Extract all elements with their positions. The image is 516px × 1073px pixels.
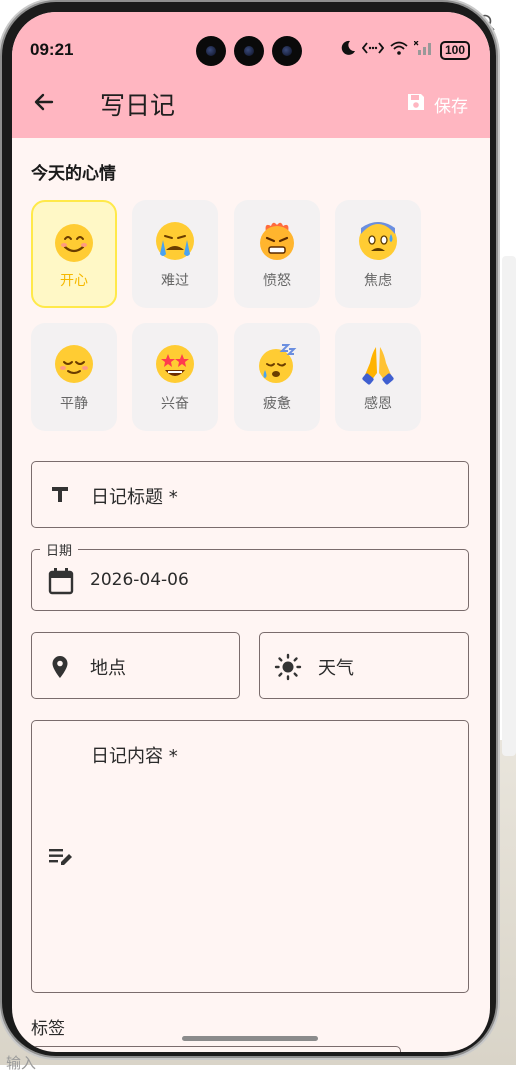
camera-cutout-1 [196,36,226,66]
weather-placeholder: 天气 [318,658,354,679]
home-indicator[interactable] [182,1036,318,1041]
mood-label: 开心 [60,273,88,289]
camera-cutout-2 [234,36,264,66]
diary-title-field[interactable]: 日记标题 * [31,461,469,528]
location-field[interactable]: 地点 [31,632,240,699]
mood-option-angry[interactable]: 愤怒 [234,200,320,308]
relieved-face-icon [31,343,117,385]
mood-label: 愤怒 [263,273,291,289]
sun-icon [274,653,302,681]
date-field[interactable]: 2026-04-06 [31,549,469,611]
status-icons: 100 [340,40,470,60]
mood-option-anxious[interactable]: 焦虑 [335,200,421,308]
mood-option-calm[interactable]: 平静 [31,323,117,431]
moon-icon [340,40,356,60]
date-label: 日期 [40,540,79,559]
date-value: 2026-04-06 [90,570,189,590]
data-transfer-icon [361,41,385,59]
phone-frame: 09:21 100 写日记 保存 今天的心情 开心 难过 愤怒 焦虑 平静 兴奋… [2,2,496,1056]
crying-face-icon [132,220,218,262]
angry-face-icon [234,220,320,262]
status-time: 09:21 [30,40,74,59]
page-title: 写日记 [100,91,176,120]
mood-label: 焦虑 [364,273,392,289]
mood-option-sad[interactable]: 难过 [132,200,218,308]
edit-notes-icon [48,847,74,867]
mood-label: 平静 [60,396,88,412]
mood-option-tired[interactable]: 疲惫 [234,323,320,431]
location-placeholder: 地点 [90,658,126,679]
bleed-decor-gray [502,256,516,756]
save-button[interactable]: 保存 [406,92,468,117]
diary-content-field[interactable]: 日记内容 * [31,720,469,993]
anxious-face-icon [335,220,421,262]
floppy-disk-icon [406,92,426,117]
mood-option-grateful[interactable]: 感恩 [335,323,421,431]
back-button[interactable] [28,88,60,120]
app-screen: 09:21 100 写日记 保存 今天的心情 开心 难过 愤怒 焦虑 平静 兴奋… [12,12,490,1052]
mood-label: 难过 [161,273,189,289]
wifi-icon [390,41,408,59]
app-header: 09:21 100 写日记 保存 [12,12,490,138]
star-struck-icon [132,343,218,385]
location-pin-icon [51,655,69,679]
arrow-left-icon [32,90,56,118]
smiling-face-icon [33,222,115,264]
signal-icon [413,40,434,59]
battery-icon: 100 [439,40,470,60]
save-label: 保存 [434,97,468,117]
text-format-icon [50,484,70,504]
folded-hands-icon [335,343,421,385]
diary-title-placeholder: 日记标题 * [91,487,178,508]
tags-label: 标签 [31,1019,65,1039]
diary-content-placeholder: 日记内容 * [91,746,178,767]
mood-label: 感恩 [364,396,392,412]
sleeping-face-icon [234,343,320,385]
weather-field[interactable]: 天气 [259,632,469,699]
mood-label: 兴奋 [161,396,189,412]
mood-section-title: 今天的心情 [31,164,116,184]
calendar-icon [48,567,74,595]
mood-label: 疲惫 [263,396,291,412]
camera-cutout-3 [272,36,302,66]
mood-option-happy[interactable]: 开心 [31,200,117,308]
tags-input[interactable] [31,1046,401,1052]
mood-option-excited[interactable]: 兴奋 [132,323,218,431]
background-input-text: 输入 [6,1054,37,1072]
